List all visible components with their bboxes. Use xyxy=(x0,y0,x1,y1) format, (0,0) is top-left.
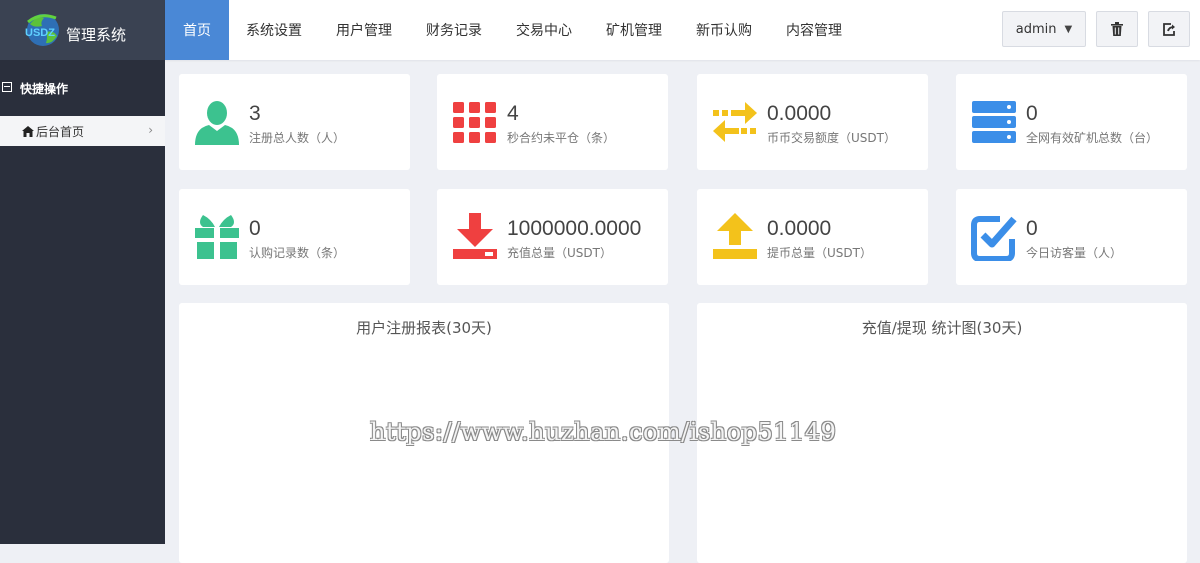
trash-icon xyxy=(1111,22,1123,36)
stat-card-trade-volume: 0.0000 币币交易额度（USDT） xyxy=(697,74,928,170)
stat-label: 注册总人数（人） xyxy=(249,131,346,145)
panel-title: 充值/提现 统计图(30天) xyxy=(861,319,1023,337)
sidebar: USDZ 管理系统 快捷操作 后台首页 › xyxy=(0,0,165,544)
stat-card-total-deposits: 1000000.0000 充值总量（USDT） xyxy=(437,189,668,285)
stat-card-registered-users: 3 注册总人数（人） xyxy=(179,74,410,170)
admin-dropdown[interactable]: admin ▼ xyxy=(1002,11,1086,47)
stat-value: 1000000.0000 xyxy=(507,217,642,240)
stat-label: 币币交易额度（USDT） xyxy=(767,131,896,145)
admin-label: admin xyxy=(1015,21,1057,37)
stat-value: 3 xyxy=(249,102,261,125)
chevron-right-icon: › xyxy=(148,123,153,137)
stat-card-open-contracts: 4 秒合约未平仓（条） xyxy=(437,74,668,170)
server-icon xyxy=(970,98,1018,146)
watermark: https://www.huzhan.com/ishop51149 xyxy=(370,418,837,446)
quick-actions-label: 快捷操作 xyxy=(20,81,69,96)
stat-label: 认购记录数（条） xyxy=(249,246,346,260)
exchange-icon xyxy=(711,98,759,146)
main-nav: 首页 系统设置 用户管理 财务记录 交易中心 矿机管理 新币认购 内容管理 xyxy=(165,0,859,60)
logout-button[interactable] xyxy=(1148,11,1190,47)
top-navbar: 首页 系统设置 用户管理 财务记录 交易中心 矿机管理 新币认购 内容管理 ad… xyxy=(165,0,1200,60)
download-icon xyxy=(451,213,499,261)
logout-icon xyxy=(1162,22,1175,36)
clear-cache-button[interactable] xyxy=(1096,11,1138,47)
nav-trading-center[interactable]: 交易中心 xyxy=(499,0,589,60)
collapse-icon[interactable] xyxy=(2,82,12,92)
logo[interactable]: USDZ 管理系统 xyxy=(0,0,165,60)
sidebar-item-dashboard[interactable]: 后台首页 › xyxy=(0,116,165,146)
stat-card-subscriptions: 0 认购记录数（条） xyxy=(179,189,410,285)
svg-text:USDZ: USDZ xyxy=(25,27,55,39)
stat-value: 0 xyxy=(1026,102,1038,125)
stat-value: 0.0000 xyxy=(767,102,832,125)
home-icon xyxy=(22,125,34,137)
user-icon xyxy=(193,98,241,146)
stat-label: 全网有效矿机总数（台） xyxy=(1026,131,1159,145)
quick-actions-header[interactable]: 快捷操作 xyxy=(0,60,165,116)
stat-card-total-withdrawals: 0.0000 提币总量（USDT） xyxy=(697,189,928,285)
nav-home[interactable]: 首页 xyxy=(165,0,229,60)
gift-icon xyxy=(193,213,241,261)
nav-system-settings[interactable]: 系统设置 xyxy=(229,0,319,60)
nav-finance-records[interactable]: 财务记录 xyxy=(409,0,499,60)
stat-value: 0.0000 xyxy=(767,217,832,240)
panel-title: 用户注册报表(30天) xyxy=(356,319,492,337)
stat-card-active-miners: 0 全网有效矿机总数（台） xyxy=(956,74,1187,170)
stat-value: 0 xyxy=(249,217,261,240)
check-square-icon xyxy=(970,213,1018,262)
caret-down-icon: ▼ xyxy=(1064,23,1073,35)
stat-value: 0 xyxy=(1026,217,1038,240)
toolbar-right: admin ▼ xyxy=(1002,11,1190,47)
nav-miner-management[interactable]: 矿机管理 xyxy=(589,0,679,60)
nav-user-management[interactable]: 用户管理 xyxy=(319,0,409,60)
stat-label: 充值总量（USDT） xyxy=(507,246,612,260)
sidebar-item-label: 后台首页 xyxy=(36,124,85,139)
nav-content-management[interactable]: 内容管理 xyxy=(769,0,859,60)
stat-label: 今日访客量（人） xyxy=(1026,246,1123,260)
stat-label: 秒合约未平仓（条） xyxy=(507,131,616,145)
nav-new-coin-subscription[interactable]: 新币认购 xyxy=(679,0,769,60)
stat-label: 提币总量（USDT） xyxy=(767,246,872,260)
globe-logo-icon: USDZ xyxy=(22,10,64,50)
grid-icon xyxy=(451,98,499,146)
stat-value: 4 xyxy=(507,102,519,125)
stat-card-today-visitors: 0 今日访客量（人） xyxy=(956,189,1187,285)
app-title: 管理系统 xyxy=(66,25,127,44)
upload-icon xyxy=(711,213,759,261)
